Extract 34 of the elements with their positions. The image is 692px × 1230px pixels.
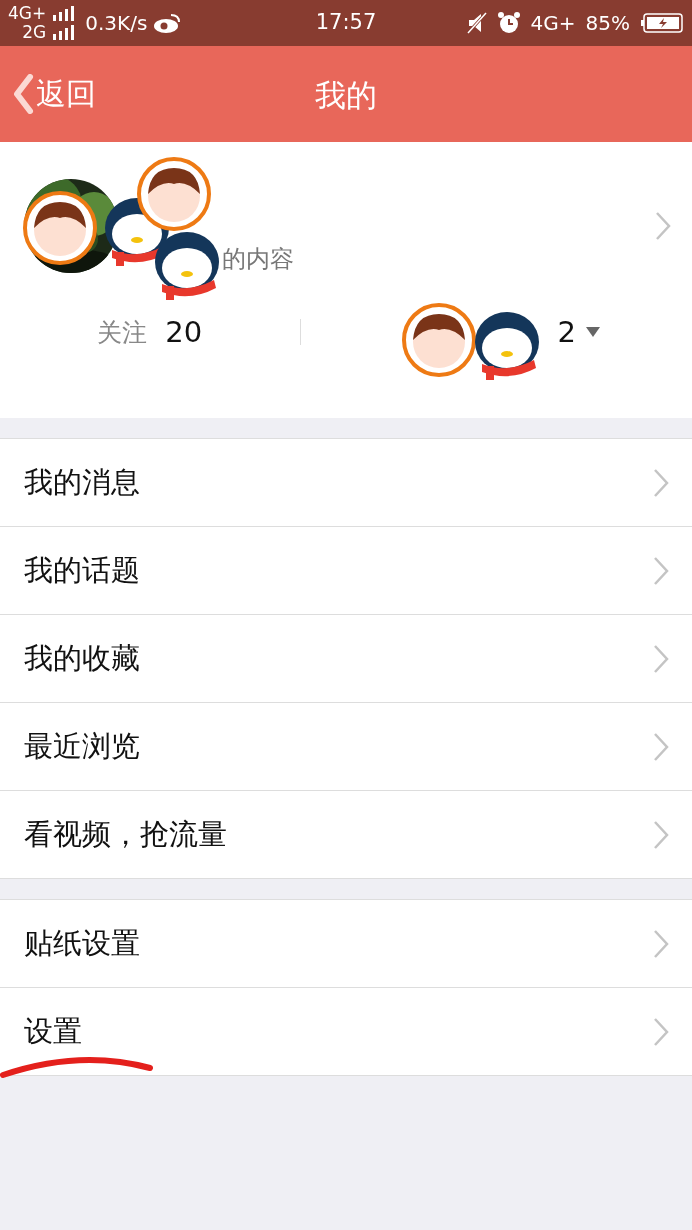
menu-item-label: 贴纸设置: [24, 924, 141, 962]
menu-item-label: 设置: [24, 1012, 83, 1050]
menu-item[interactable]: 我的话题: [0, 527, 692, 615]
menu-item-label: 看视频，抢流量: [24, 815, 228, 853]
menu-item[interactable]: 设置: [0, 988, 692, 1075]
network-label: 2G: [22, 23, 47, 42]
network-speed: 0.3K/s: [85, 11, 148, 35]
dropdown-arrow-icon: [586, 327, 600, 337]
eye-icon: [153, 12, 182, 34]
battery-level: 85%: [585, 11, 630, 35]
menu-item-label: 我的消息: [24, 463, 141, 501]
menu-item[interactable]: 贴纸设置: [0, 900, 692, 988]
network-label: 4G+: [530, 11, 576, 35]
following-count: 20: [165, 315, 203, 349]
menu-item[interactable]: 我的收藏: [0, 615, 692, 703]
battery-icon: [640, 12, 684, 34]
clock-time: 17:57: [315, 10, 377, 34]
menu-item-label: 我的话题: [24, 551, 141, 589]
chevron-right-icon: [654, 210, 672, 242]
profile-subtitle: 的内容: [222, 244, 294, 275]
menu-item-label: 我的收藏: [24, 639, 141, 677]
page-title: 我的: [315, 76, 377, 115]
menu-item[interactable]: 最近浏览: [0, 703, 692, 791]
signal-icon: [52, 25, 76, 40]
network-label: 4G+: [8, 4, 47, 23]
mute-icon: [466, 12, 487, 34]
following-label: 关注: [97, 316, 148, 349]
followers-count: 2: [557, 315, 576, 349]
back-chevron-icon: [12, 74, 34, 114]
alarm-icon: [496, 11, 521, 35]
menu-item[interactable]: 我的消息: [0, 439, 692, 527]
menu-item-label: 最近浏览: [24, 727, 141, 765]
signal-icon: [52, 6, 76, 21]
menu-item[interactable]: 看视频，抢流量: [0, 791, 692, 878]
